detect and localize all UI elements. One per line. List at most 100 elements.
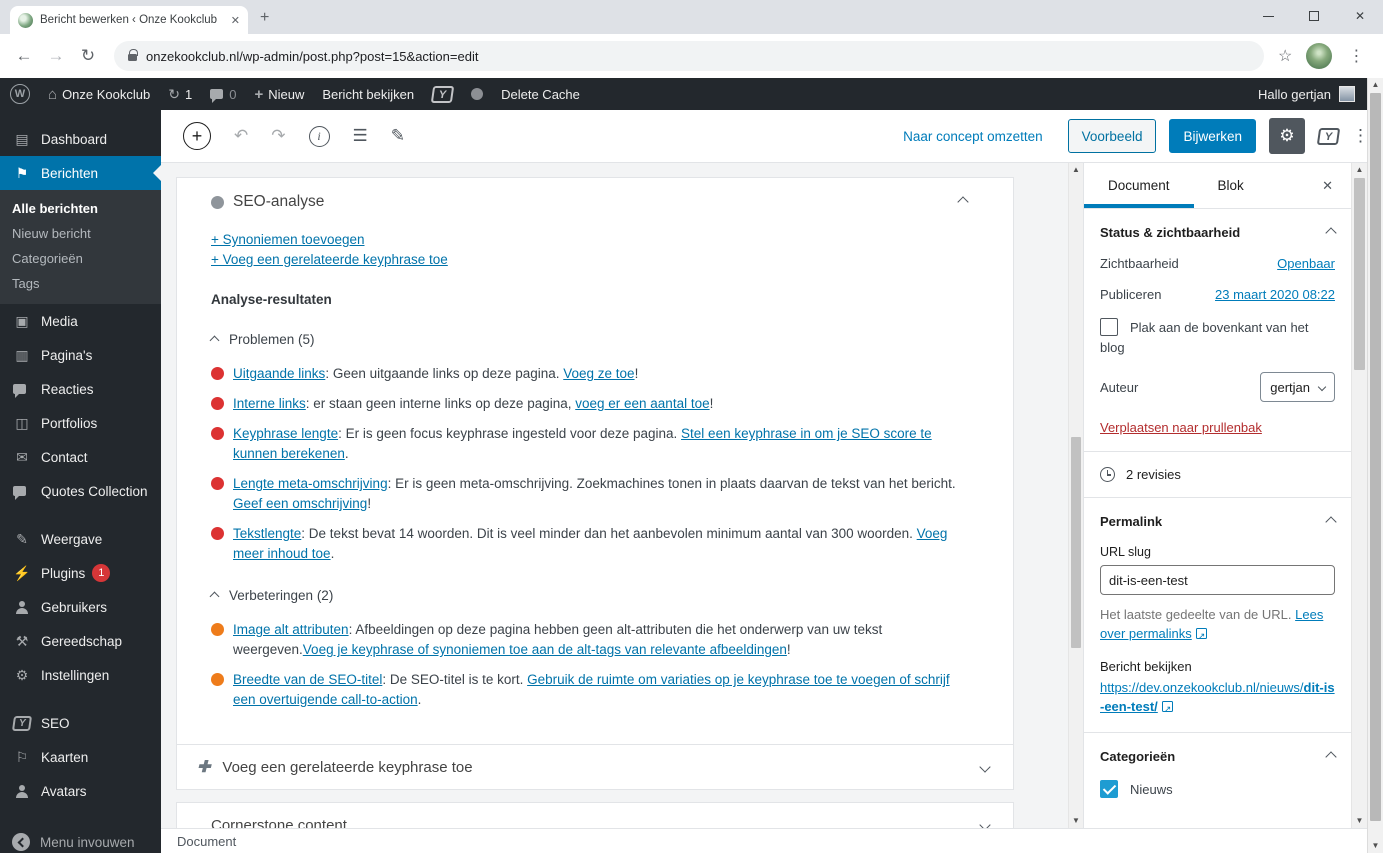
publish-date-link[interactable]: 23 maart 2020 08:22 bbox=[1215, 287, 1335, 302]
wp-logo-icon[interactable] bbox=[10, 84, 30, 104]
yoast-toolbar-button[interactable] bbox=[1318, 127, 1339, 145]
admin-bar-plugin-dot[interactable] bbox=[471, 88, 483, 100]
sidebar-collapse-menu[interactable]: Menu invouwen bbox=[0, 825, 161, 853]
status-panel-header[interactable]: Status & zichtbaarheid bbox=[1100, 225, 1335, 240]
scrollbar-thumb[interactable] bbox=[1370, 93, 1381, 821]
problem-link[interactable]: Lengte meta-omschrijving bbox=[233, 476, 388, 491]
scrollbar-thumb[interactable] bbox=[1071, 437, 1081, 648]
admin-bar-view-post[interactable]: Bericht bekijken bbox=[322, 87, 414, 102]
undo-icon[interactable] bbox=[234, 126, 248, 146]
improvement-action-link[interactable]: Voeg je keyphrase of synoniemen toe aan … bbox=[303, 642, 787, 657]
redo-icon[interactable] bbox=[271, 126, 285, 146]
update-button[interactable]: Bijwerken bbox=[1169, 119, 1256, 153]
seo-analysis-header[interactable]: SEO-analyse bbox=[177, 178, 1013, 224]
category-checkbox-checked[interactable] bbox=[1100, 780, 1118, 798]
admin-bar-new[interactable]: Nieuw bbox=[254, 86, 304, 103]
scroll-up-icon[interactable]: ▲ bbox=[1069, 163, 1083, 177]
improvements-section-header[interactable]: Verbeteringen (2) bbox=[211, 586, 957, 606]
submenu-categories[interactable]: Categorieën bbox=[0, 246, 161, 271]
address-bar[interactable]: onzekookclub.nl/wp-admin/post.php?post=1… bbox=[114, 41, 1264, 71]
sidebar-item-settings[interactable]: Instellingen bbox=[0, 658, 161, 692]
window-minimize-button[interactable] bbox=[1245, 0, 1291, 32]
tab-block[interactable]: Blok bbox=[1194, 163, 1268, 208]
admin-bar-yoast[interactable] bbox=[432, 86, 453, 103]
revisions-row[interactable]: 2 revisies bbox=[1084, 452, 1351, 498]
settings-gear-button[interactable] bbox=[1269, 118, 1305, 154]
sidebar-item-tools[interactable]: Gereedschap bbox=[0, 624, 161, 658]
add-synonyms-link[interactable]: + Synoniemen toevoegen bbox=[211, 230, 365, 250]
view-post-url-link[interactable]: https://dev.onzekookclub.nl/nieuws/dit-i… bbox=[1100, 678, 1335, 716]
sticky-checkbox[interactable] bbox=[1100, 318, 1118, 336]
submenu-tags[interactable]: Tags bbox=[0, 271, 161, 296]
sidebar-item-users[interactable]: Gebruikers bbox=[0, 590, 161, 624]
move-to-trash-link[interactable]: Verplaatsen naar prullenbak bbox=[1100, 420, 1262, 435]
problem-link[interactable]: Uitgaande links bbox=[233, 366, 325, 381]
block-navigation-icon[interactable] bbox=[353, 126, 368, 146]
browser-menu-icon[interactable]: ⋮ bbox=[1346, 46, 1366, 66]
admin-bar-site-name[interactable]: Onze Kookclub bbox=[48, 86, 150, 103]
improvement-link[interactable]: Breedte van de SEO-titel bbox=[233, 672, 382, 687]
block-inserter-button[interactable] bbox=[183, 122, 211, 150]
page-scrollbar[interactable]: ▲ ▼ bbox=[1367, 78, 1383, 853]
sidebar-item-comments[interactable]: Reacties bbox=[0, 372, 161, 406]
new-tab-button[interactable]: + bbox=[260, 10, 269, 26]
sidebar-scrollbar[interactable]: ▲ ▼ bbox=[1351, 163, 1367, 828]
sidebar-item-portfolios[interactable]: Portfolios bbox=[0, 406, 161, 440]
improvement-link[interactable]: Image alt attributen bbox=[233, 622, 349, 637]
breadcrumb[interactable]: Document bbox=[177, 834, 236, 849]
sidebar-item-maps[interactable]: Kaarten bbox=[0, 740, 161, 774]
cornerstone-panel[interactable]: Cornerstone content bbox=[176, 802, 1014, 828]
problems-section-header[interactable]: Problemen (5) bbox=[211, 330, 957, 350]
sidebar-item-dashboard[interactable]: Dashboard bbox=[0, 122, 161, 156]
scroll-down-icon[interactable]: ▼ bbox=[1069, 814, 1083, 828]
problem-action-link[interactable]: Voeg ze toe bbox=[563, 366, 634, 381]
chevron-up-icon[interactable] bbox=[957, 196, 968, 207]
admin-bar-comments[interactable]: 0 bbox=[210, 87, 236, 102]
sidebar-item-avatars[interactable]: Avatars bbox=[0, 774, 161, 808]
window-close-button[interactable]: ✕ bbox=[1337, 0, 1383, 32]
browser-tab[interactable]: Bericht bewerken ‹ Onze Kookclub ✕ bbox=[10, 6, 248, 34]
tab-close-icon[interactable]: ✕ bbox=[231, 14, 240, 27]
categories-panel-header[interactable]: Categorieën bbox=[1100, 749, 1335, 764]
browser-profile-avatar[interactable] bbox=[1306, 43, 1332, 69]
visibility-value-link[interactable]: Openbaar bbox=[1277, 256, 1335, 271]
forward-button[interactable]: → bbox=[40, 46, 72, 66]
problem-link[interactable]: Interne links bbox=[233, 396, 306, 411]
related-keyphrase-panel[interactable]: Voeg een gerelateerde keyphrase toe bbox=[176, 744, 1014, 790]
add-related-keyphrase-link[interactable]: + Voeg een gerelateerde keyphrase toe bbox=[211, 250, 448, 270]
url-slug-input[interactable] bbox=[1100, 565, 1335, 595]
author-select[interactable]: gertjan bbox=[1260, 372, 1335, 402]
bookmark-star-icon[interactable]: ☆ bbox=[1278, 46, 1292, 66]
sidebar-item-plugins[interactable]: Plugins1 bbox=[0, 556, 161, 590]
window-maximize-button[interactable] bbox=[1291, 0, 1337, 32]
scroll-up-icon[interactable]: ▲ bbox=[1368, 78, 1383, 92]
edit-mode-icon[interactable] bbox=[391, 126, 405, 146]
sidebar-item-seo[interactable]: SEO bbox=[0, 706, 161, 740]
admin-bar-delete-cache[interactable]: Delete Cache bbox=[501, 87, 580, 102]
problem-link[interactable]: Keyphrase lengte bbox=[233, 426, 338, 441]
content-scrollbar[interactable]: ▲ ▼ bbox=[1068, 163, 1083, 828]
sidebar-item-media[interactable]: Media bbox=[0, 304, 161, 338]
sidebar-item-appearance[interactable]: Weergave bbox=[0, 522, 161, 556]
problem-action-link[interactable]: Geef een omschrijving bbox=[233, 496, 367, 511]
scrollbar-thumb[interactable] bbox=[1354, 178, 1365, 370]
content-info-button[interactable] bbox=[309, 126, 330, 147]
back-button[interactable]: ← bbox=[8, 46, 40, 66]
permalink-panel-header[interactable]: Permalink bbox=[1100, 514, 1335, 529]
reload-button[interactable]: ↻ bbox=[72, 46, 104, 66]
submenu-new-post[interactable]: Nieuw bericht bbox=[0, 221, 161, 246]
preview-button[interactable]: Voorbeeld bbox=[1068, 119, 1157, 153]
admin-bar-updates[interactable]: 1 bbox=[168, 86, 192, 103]
scroll-up-icon[interactable]: ▲ bbox=[1352, 163, 1367, 177]
scroll-down-icon[interactable]: ▼ bbox=[1368, 839, 1383, 853]
sidebar-item-contact[interactable]: Contact bbox=[0, 440, 161, 474]
scroll-down-icon[interactable]: ▼ bbox=[1352, 814, 1367, 828]
sidebar-item-pages[interactable]: Pagina's bbox=[0, 338, 161, 372]
tab-document[interactable]: Document bbox=[1084, 163, 1194, 208]
submenu-all-posts[interactable]: Alle berichten bbox=[0, 196, 161, 221]
close-sidebar-icon[interactable]: ✕ bbox=[1304, 163, 1351, 208]
switch-to-draft-link[interactable]: Naar concept omzetten bbox=[903, 129, 1043, 144]
admin-bar-account[interactable]: Hallo gertjan bbox=[1258, 86, 1355, 102]
problem-link[interactable]: Tekstlengte bbox=[233, 526, 301, 541]
problem-action-link[interactable]: voeg er een aantal toe bbox=[575, 396, 709, 411]
